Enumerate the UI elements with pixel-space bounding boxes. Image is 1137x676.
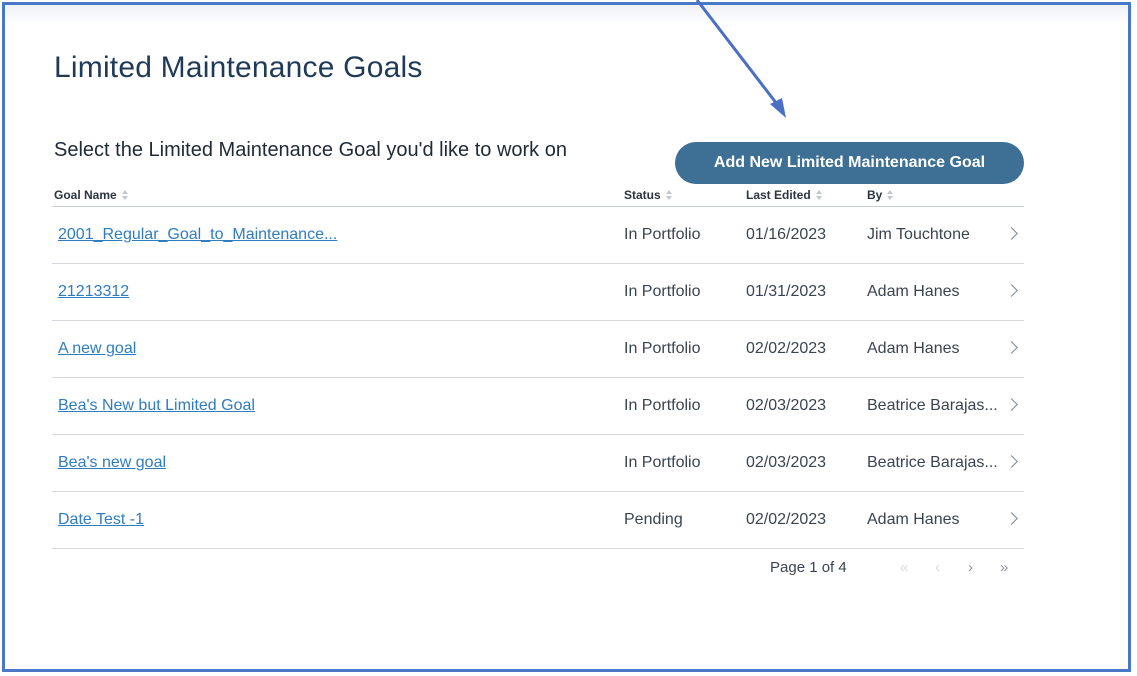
annotation-arrow-icon	[695, 0, 786, 118]
